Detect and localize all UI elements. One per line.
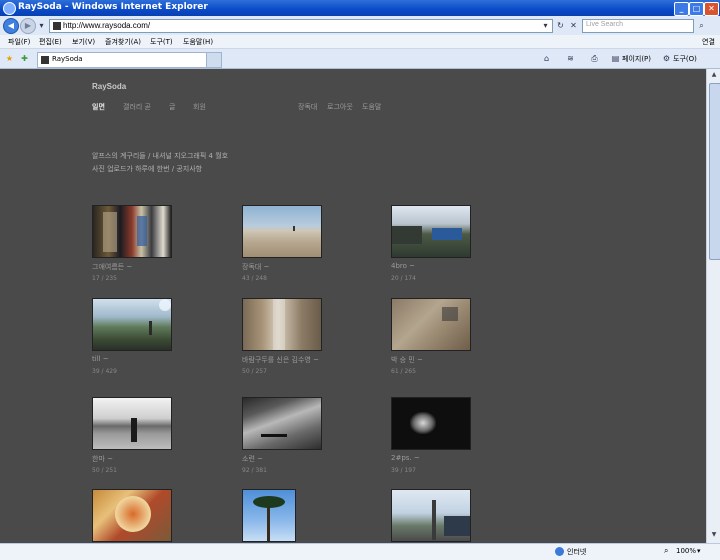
url-field[interactable]: http://www.raysoda.com/ <box>49 19 553 33</box>
tab-bar: ★ ✚ RaySoda ⌂ ≋ ⎙ ▤ 페이지(P) ⚙ 도구(O) <box>0 49 720 69</box>
photo-title[interactable]: 그애여름든 ~ <box>92 262 132 272</box>
photo-thumbnail[interactable] <box>391 298 471 351</box>
tab-raysoda[interactable]: RaySoda <box>37 52 207 68</box>
scroll-thumb[interactable] <box>709 83 720 260</box>
menu-view[interactable]: 보기(V) <box>72 37 95 47</box>
photo-title[interactable]: 장독대 ~ <box>242 262 269 272</box>
menu-tools[interactable]: 도구(T) <box>150 37 173 47</box>
photo-thumbnail[interactable] <box>92 298 172 351</box>
nav-logout[interactable]: 로그아웃 <box>327 102 353 112</box>
photo-count: 17 / 235 <box>92 275 117 282</box>
zoom-search-icon: ⌕ <box>664 546 669 555</box>
nav-home[interactable]: 일면 <box>92 102 105 112</box>
print-icon[interactable]: ⎙ <box>589 53 600 64</box>
photo-thumbnail[interactable] <box>391 205 471 258</box>
photo-count: 50 / 257 <box>242 368 267 375</box>
nav-members[interactable]: 회원 <box>193 102 206 112</box>
photo-title[interactable]: 2#ps. ~ <box>391 454 420 462</box>
history-dropdown-icon[interactable]: ▾ <box>36 20 47 31</box>
tools-gear-icon: ⚙ <box>662 54 671 63</box>
nav-jangdokdae[interactable]: 장독대 <box>298 102 317 112</box>
photo-thumbnail[interactable] <box>242 489 296 542</box>
back-button[interactable]: ◀ <box>3 18 19 34</box>
ie-logo-icon <box>3 2 16 15</box>
menu-favorites[interactable]: 즐겨찾기(A) <box>105 37 141 47</box>
page-viewport: RaySoda 일면 갤러리 곧 글 회원 장독대 로그아웃 도움말 알프스의 … <box>0 69 706 543</box>
menu-file[interactable]: 파일(F) <box>8 37 30 47</box>
photo-count: 39 / 197 <box>391 467 416 474</box>
url-text: http://www.raysoda.com/ <box>63 21 151 30</box>
refresh-icon[interactable]: ↻ <box>555 20 566 31</box>
window-title: RaySoda - Windows Internet Explorer <box>18 2 208 12</box>
photo-thumbnail[interactable] <box>391 397 471 450</box>
tab-favicon <box>41 56 49 64</box>
window-title-bar: RaySoda - Windows Internet Explorer _ □ … <box>0 0 720 16</box>
vertical-scrollbar[interactable]: ▲ ▼ <box>706 69 720 543</box>
photo-title[interactable]: 한마 ~ <box>92 454 113 464</box>
tab-title: RaySoda <box>52 55 83 63</box>
photo-title[interactable]: till ~ <box>92 355 109 363</box>
menu-edit[interactable]: 편집(E) <box>39 37 62 47</box>
address-bar: ◀ ▶ ▾ http://www.raysoda.com/ ▾ ↻ ✕ Live… <box>0 16 720 36</box>
new-tab-button[interactable] <box>206 52 222 68</box>
photo-thumbnail[interactable] <box>391 489 471 542</box>
tools-menu[interactable]: 도구(O) <box>673 54 697 64</box>
site-favicon <box>53 22 61 30</box>
photo-count: 50 / 251 <box>92 467 117 474</box>
photo-count: 92 / 381 <box>242 467 267 474</box>
photo-thumbnail[interactable] <box>242 397 322 450</box>
status-bar: 인터넷 ⌕ 100% ▾ <box>0 543 720 560</box>
photo-count: 39 / 429 <box>92 368 117 375</box>
notice-line-1[interactable]: 알프스의 계구리들 / 내셔널 지오그래픽 4 월호 <box>92 151 228 161</box>
internet-zone-icon <box>555 547 564 556</box>
forward-button[interactable]: ▶ <box>20 18 36 34</box>
page-menu[interactable]: 페이지(P) <box>622 54 651 64</box>
home-icon[interactable]: ⌂ <box>541 53 552 64</box>
photo-thumbnail[interactable] <box>92 397 172 450</box>
scroll-down-icon[interactable]: ▼ <box>709 531 719 541</box>
menu-link[interactable]: 연결 <box>702 37 715 47</box>
feeds-icon[interactable]: ≋ <box>565 53 576 64</box>
minimize-button[interactable]: _ <box>674 2 689 16</box>
photo-title[interactable]: 바람구두를 신은 김수영 ~ <box>242 355 319 365</box>
zoom-level[interactable]: 100% <box>676 547 696 555</box>
site-logo[interactable]: RaySoda <box>92 82 126 91</box>
zoom-dropdown-icon[interactable]: ▾ <box>697 547 701 555</box>
photo-thumbnail[interactable] <box>92 205 172 258</box>
page-icon: ▤ <box>611 54 620 63</box>
search-icon[interactable]: ⌕ <box>696 20 707 31</box>
search-placeholder: Live Search <box>586 21 623 28</box>
nav-posts[interactable]: 글 <box>169 102 175 112</box>
photo-count: 43 / 248 <box>242 275 267 282</box>
photo-count: 61 / 265 <box>391 368 416 375</box>
photo-title[interactable]: 소련 ~ <box>242 454 263 464</box>
menu-bar: 파일(F) 편집(E) 보기(V) 즐겨찾기(A) 도구(T) 도움말(H) 연… <box>0 35 720 49</box>
photo-thumbnail[interactable] <box>92 489 172 542</box>
search-input[interactable]: Live Search <box>582 19 694 33</box>
scroll-up-icon[interactable]: ▲ <box>709 71 719 81</box>
photo-thumbnail[interactable] <box>242 205 322 258</box>
nav-gallery[interactable]: 갤러리 곧 <box>123 102 151 112</box>
add-favorite-icon[interactable]: ✚ <box>19 53 30 64</box>
photo-count: 20 / 174 <box>391 275 416 282</box>
nav-help[interactable]: 도움말 <box>362 102 381 112</box>
url-dropdown-icon[interactable]: ▾ <box>540 20 551 31</box>
maximize-button[interactable]: □ <box>689 2 704 16</box>
photo-thumbnail[interactable] <box>242 298 322 351</box>
notice-line-2[interactable]: 사진 업로드가 하루에 한번 / 공지사항 <box>92 164 202 174</box>
security-zone[interactable]: 인터넷 <box>567 547 586 557</box>
photo-title[interactable]: 박 승 민 ~ <box>391 355 423 365</box>
photo-title[interactable]: 4bro ~ <box>391 262 415 270</box>
menu-help[interactable]: 도움말(H) <box>183 37 213 47</box>
close-button[interactable]: ✕ <box>704 2 719 16</box>
favorites-star-icon[interactable]: ★ <box>4 53 15 64</box>
stop-icon[interactable]: ✕ <box>568 20 579 31</box>
